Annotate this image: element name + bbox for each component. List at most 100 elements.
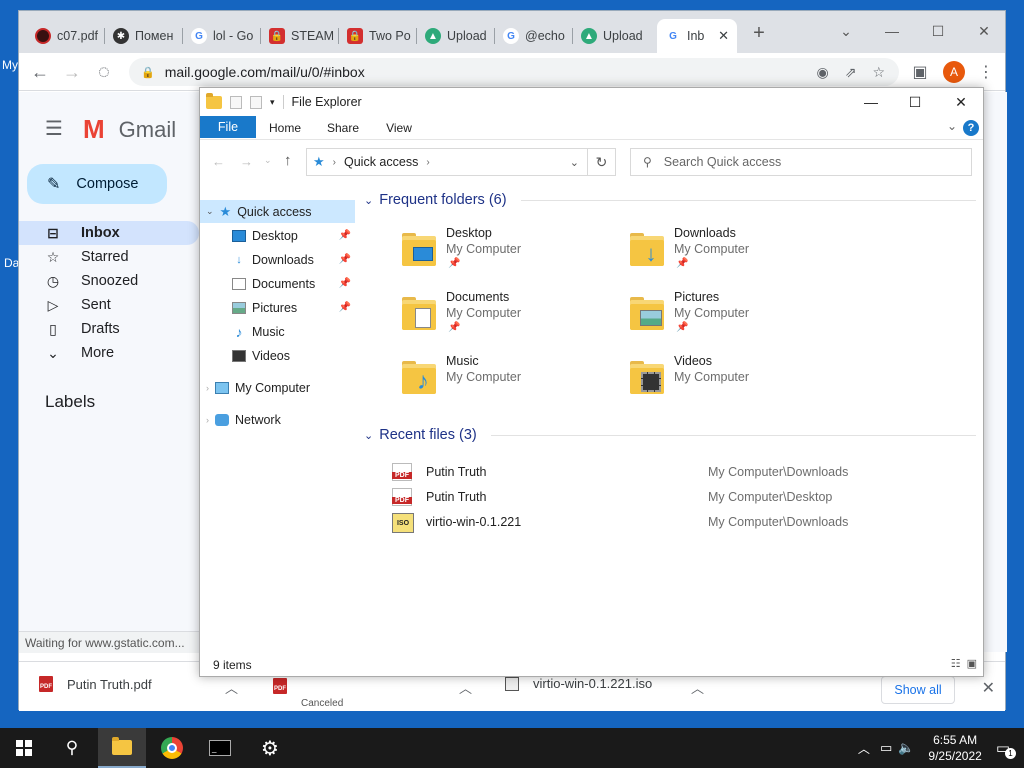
recent-locations-icon[interactable]: ⌄ xyxy=(264,155,272,166)
properties-icon[interactable] xyxy=(230,95,242,109)
taskbar-chrome[interactable] xyxy=(148,728,196,768)
tab-1[interactable]: c07.pdf xyxy=(27,19,105,53)
address-dropdown-icon[interactable]: ⌄ xyxy=(570,156,579,169)
folder-tile-desktop[interactable]: Desktop My Computer 📌 xyxy=(400,226,620,282)
nav-desktop[interactable]: Desktop 📌 xyxy=(200,224,355,247)
gear-icon: ⚙ xyxy=(261,737,279,760)
loading-status: Waiting for www.gstatic.com... xyxy=(19,631,199,653)
close-download-bar-icon[interactable]: ✕ xyxy=(982,678,995,698)
nav-inbox[interactable]: ⊟ Inbox xyxy=(19,221,199,245)
loading-stop-icon[interactable]: ◌ xyxy=(91,59,117,85)
explorer-minimize-button[interactable]: — xyxy=(848,88,894,116)
notification-icon[interactable]: ▭ 1 xyxy=(996,739,1016,759)
nav-starred[interactable]: ☆ Starred xyxy=(19,245,199,269)
ribbon-tab-view[interactable]: View xyxy=(374,116,424,140)
explorer-search-input[interactable]: ⚲ Search Quick access xyxy=(630,148,972,176)
folder-tile-pictures[interactable]: Pictures My Computer 📌 xyxy=(628,290,848,346)
explorer-close-button[interactable]: ✕ xyxy=(938,88,984,116)
nav-drafts[interactable]: ▯ Drafts xyxy=(19,317,199,341)
recent-file-row[interactable]: ISO virtio-win-0.1.221 My Computer\Downl… xyxy=(392,511,972,533)
folder-tile-documents[interactable]: Documents My Computer 📌 xyxy=(400,290,620,346)
help-icon[interactable]: ? xyxy=(963,120,979,136)
ribbon-tab-home[interactable]: Home xyxy=(260,116,310,140)
back-icon[interactable]: ← xyxy=(27,59,53,85)
hamburger-icon[interactable]: ☰ xyxy=(45,116,63,141)
expand-ribbon-icon[interactable]: ⌄ xyxy=(947,119,957,133)
download-1-chevron-up-icon[interactable]: ︿ xyxy=(225,678,238,697)
large-icons-view-icon[interactable]: ▣ xyxy=(967,657,977,670)
new-tab-button[interactable]: + xyxy=(737,19,781,47)
search-button[interactable]: ⚲ xyxy=(48,728,96,768)
up-icon[interactable]: ↑ xyxy=(284,152,292,169)
taskbar-settings[interactable]: ⚙ xyxy=(246,728,294,768)
download-item-3[interactable]: virtio-win-0.1.221.iso xyxy=(505,676,652,691)
nav-quick-access[interactable]: ⌄ ★ Quick access xyxy=(200,200,355,223)
network-icon[interactable]: ▭ xyxy=(880,740,892,756)
tab-9-active[interactable]: G Inb ✕ xyxy=(657,19,737,53)
close-tab-icon[interactable]: ✕ xyxy=(718,28,729,44)
qat-dropdown-icon[interactable]: ▾ xyxy=(270,97,275,108)
compose-button[interactable]: ✎ Compose xyxy=(27,164,167,204)
download-item-2[interactable]: PDF xyxy=(273,678,301,694)
taskbar-file-explorer[interactable] xyxy=(98,728,146,768)
tab-search-icon[interactable]: ⌄ xyxy=(823,17,869,45)
explorer-address-bar[interactable]: ★ › Quick access › ⌄ xyxy=(306,148,588,176)
chevron-up-icon[interactable]: ︿ xyxy=(858,740,870,757)
frequent-folders-heading[interactable]: ⌄ Frequent folders (6) xyxy=(364,192,976,208)
refresh-icon[interactable]: ↻ xyxy=(588,148,616,176)
recent-file-row[interactable]: PDF Putin Truth My Computer\Downloads xyxy=(392,461,972,483)
content-pane: ⌄ Frequent folders (6) Desktop My Comput… xyxy=(360,188,980,648)
labels-heading: Labels xyxy=(45,392,96,411)
ribbon-tab-share[interactable]: Share xyxy=(318,116,368,140)
details-view-icon[interactable]: ☷ xyxy=(951,657,961,670)
tab-5[interactable]: 🔒 Two Po xyxy=(339,19,417,53)
explorer-maximize-button[interactable]: ☐ xyxy=(892,88,938,116)
new-folder-icon[interactable] xyxy=(250,95,262,109)
nav-network[interactable]: › Network xyxy=(200,408,355,431)
nav-pictures[interactable]: Pictures 📌 xyxy=(200,296,355,319)
nav-snoozed[interactable]: ◷ Snoozed xyxy=(19,269,199,293)
maximize-button[interactable]: ☐ xyxy=(915,17,961,45)
nav-documents[interactable]: Documents 📌 xyxy=(200,272,355,295)
nav-downloads[interactable]: ↓ Downloads 📌 xyxy=(200,248,355,271)
profile-avatar[interactable]: A xyxy=(941,59,967,85)
tab-strip: c07.pdf ✱ Помен G lol - Go 🔒 STEAM 🔒 Two… xyxy=(19,11,1005,53)
tab-2[interactable]: ✱ Помен xyxy=(105,19,183,53)
tab-4[interactable]: 🔒 STEAM xyxy=(261,19,339,53)
download-3-chevron-up-icon[interactable]: ︿ xyxy=(691,678,704,697)
folder-tile-downloads[interactable]: ↓ Downloads My Computer 📌 xyxy=(628,226,848,282)
explorer-back-icon[interactable]: ← xyxy=(212,154,225,169)
start-button[interactable] xyxy=(0,728,48,768)
tab-3[interactable]: G lol - Go xyxy=(183,19,261,53)
bookmark-star-icon[interactable]: ☆ xyxy=(872,64,885,81)
nav-more[interactable]: ⌄ More xyxy=(19,341,199,365)
nav-my-computer[interactable]: › My Computer xyxy=(200,376,355,399)
explorer-forward-icon[interactable]: → xyxy=(240,154,253,169)
nav-music[interactable]: ♪ Music xyxy=(200,320,355,343)
menu-icon[interactable]: ⋮ xyxy=(973,59,999,85)
tab-6[interactable]: ▲ Upload xyxy=(417,19,495,53)
taskbar-terminal[interactable]: _ xyxy=(196,728,244,768)
share-icon[interactable]: ⇗ xyxy=(845,64,857,81)
close-button[interactable]: ✕ xyxy=(961,17,1007,45)
gmail-logo[interactable]: M Gmail xyxy=(83,114,176,145)
address-bar[interactable]: 🔒 mail.google.com/mail/u/0/#inbox ◉ ⇗ ☆ xyxy=(129,58,899,86)
forward-icon[interactable]: → xyxy=(59,59,85,85)
tab-7[interactable]: G @echo xyxy=(495,19,573,53)
folder-tile-videos[interactable]: Videos My Computer xyxy=(628,354,848,410)
volume-icon[interactable]: 🔈 xyxy=(898,740,914,756)
download-2-chevron-up-icon[interactable]: ︿ xyxy=(459,678,472,697)
tab-8[interactable]: ▲ Upload xyxy=(573,19,651,53)
side-panel-icon[interactable]: ▣ xyxy=(907,59,933,85)
clock[interactable]: 6:55 AM 9/25/2022 xyxy=(928,732,981,764)
nav-videos[interactable]: Videos xyxy=(200,344,355,367)
ribbon-tab-file[interactable]: File xyxy=(200,116,256,138)
recent-files-heading[interactable]: ⌄ Recent files (3) xyxy=(364,427,976,443)
eye-icon[interactable]: ◉ xyxy=(816,64,828,81)
recent-file-row[interactable]: PDF Putin Truth My Computer\Desktop xyxy=(392,486,972,508)
download-item-1[interactable]: PDF Putin Truth.pdf xyxy=(39,676,152,692)
nav-sent[interactable]: ▷ Sent xyxy=(19,293,199,317)
minimize-button[interactable]: — xyxy=(869,17,915,45)
show-all-button[interactable]: Show all xyxy=(881,676,955,704)
folder-tile-music[interactable]: ♪ Music My Computer xyxy=(400,354,620,410)
